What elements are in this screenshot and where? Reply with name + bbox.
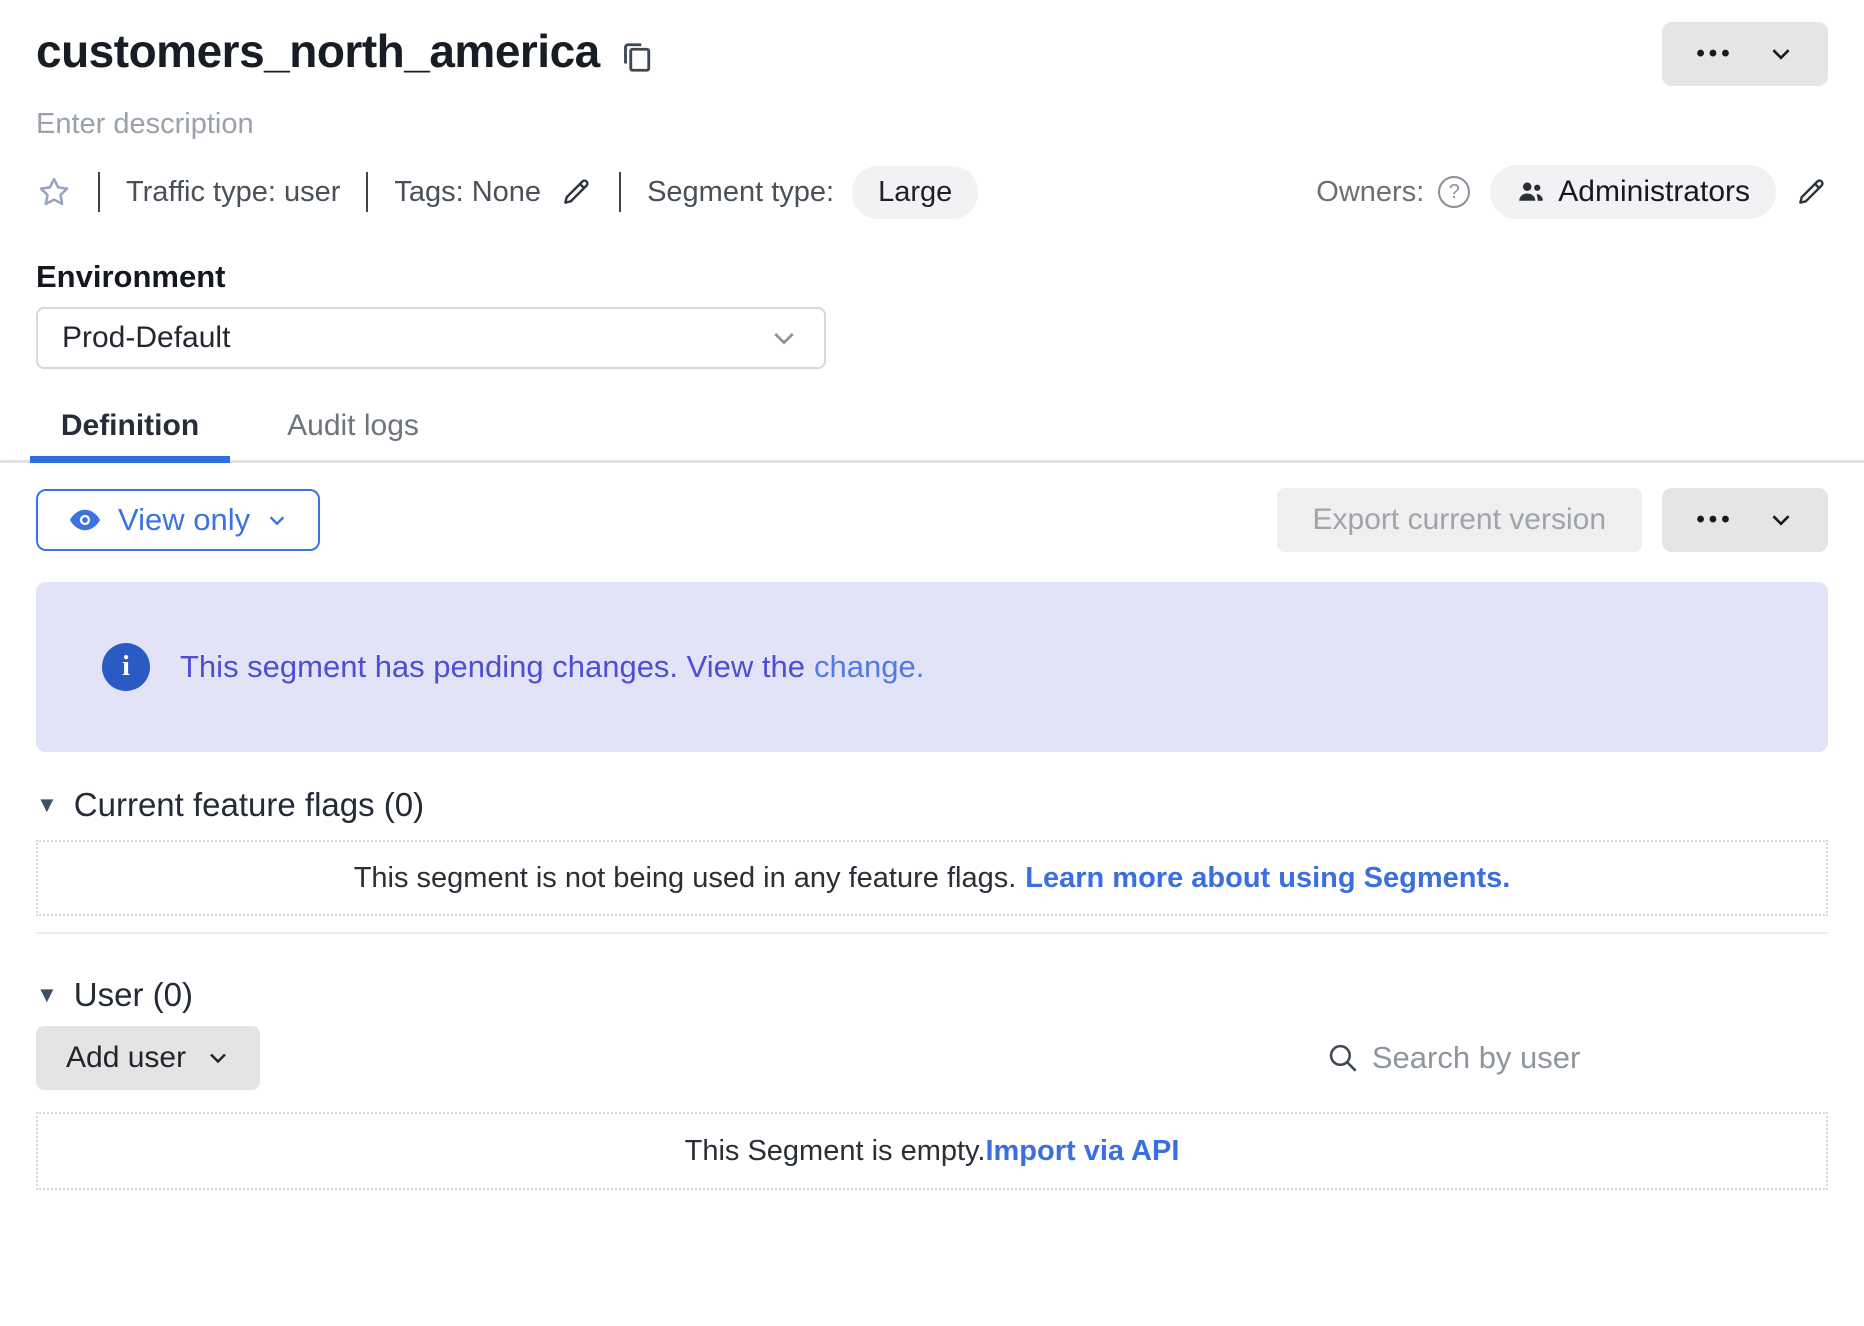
chevron-down-icon [1768, 507, 1794, 533]
collapse-caret-icon: ▼ [36, 984, 58, 1006]
meta-row: Traffic type: user Tags: None Segment ty… [36, 171, 1828, 213]
divider [98, 172, 100, 212]
tab-bar: Definition Audit logs [0, 409, 1864, 463]
copy-icon[interactable] [618, 36, 654, 76]
people-icon [1516, 177, 1546, 207]
definition-toolbar: View only Export current version ••• [36, 488, 1828, 552]
info-icon: i [102, 643, 150, 691]
banner-message: This segment has pending changes. View t… [180, 649, 805, 684]
user-section-header[interactable]: ▼ User (0) [36, 976, 1828, 1014]
owners-value: Administrators [1558, 175, 1750, 209]
chevron-down-icon [768, 322, 800, 354]
divider [366, 172, 368, 212]
owners-group: Owners: ? Administrators [1316, 165, 1828, 219]
title-row: customers_north_america ••• [36, 22, 1828, 86]
import-via-api-link[interactable]: Import via API [985, 1135, 1179, 1168]
owners-label: Owners: [1316, 176, 1424, 209]
environment-select[interactable]: Prod-Default [36, 307, 826, 369]
feature-flags-empty-state: This segment is not being used in any fe… [36, 840, 1828, 916]
search-icon [1326, 1041, 1360, 1075]
users-empty-text: This Segment is empty. [685, 1135, 986, 1168]
edit-tags-icon[interactable] [559, 175, 593, 209]
environment-label: Environment [36, 259, 1828, 295]
user-search [1326, 1040, 1828, 1076]
toolbar-more-menu-button[interactable]: ••• [1662, 488, 1828, 552]
help-icon[interactable]: ? [1438, 176, 1470, 208]
ellipsis-icon: ••• [1696, 42, 1733, 66]
tags-label: Tags: None [394, 176, 541, 209]
traffic-type-label: Traffic type: user [126, 176, 340, 209]
favorite-star-icon[interactable] [36, 174, 72, 210]
search-input[interactable] [1372, 1040, 1828, 1076]
add-user-button[interactable]: Add user [36, 1026, 260, 1090]
pending-changes-banner: i This segment has pending changes. View… [36, 582, 1828, 752]
segment-type-label: Segment type: [647, 176, 834, 209]
divider [619, 172, 621, 212]
segment-type-badge: Large [852, 166, 978, 219]
feature-flags-section-header[interactable]: ▼ Current feature flags (0) [36, 786, 1828, 824]
export-current-version-button[interactable]: Export current version [1277, 488, 1642, 552]
learn-more-segments-link[interactable]: Learn more about using Segments. [1025, 862, 1510, 895]
description-placeholder[interactable]: Enter description [36, 108, 1828, 141]
chevron-down-icon [1768, 41, 1794, 67]
users-empty-state: This Segment is empty.Import via API [36, 1112, 1828, 1190]
section-divider [36, 932, 1828, 934]
feature-flags-empty-text: This segment is not being used in any fe… [354, 862, 1017, 895]
toolbar-right: Export current version ••• [1277, 488, 1828, 552]
tab-audit-logs[interactable]: Audit logs [258, 409, 448, 463]
view-only-button[interactable]: View only [36, 489, 320, 551]
feature-flags-section-title: Current feature flags (0) [74, 786, 424, 824]
edit-owners-icon[interactable] [1794, 175, 1828, 209]
user-section-title: User (0) [74, 976, 193, 1014]
owners-badge[interactable]: Administrators [1490, 165, 1776, 219]
tab-definition[interactable]: Definition [30, 409, 230, 463]
user-toolbar: Add user [36, 1026, 1828, 1090]
view-only-label: View only [118, 502, 250, 538]
view-change-link[interactable]: change. [814, 649, 924, 684]
eye-icon [68, 503, 102, 537]
add-user-label: Add user [66, 1041, 186, 1075]
page-title: customers_north_america [36, 22, 600, 80]
chevron-down-icon [266, 509, 288, 531]
ellipsis-icon: ••• [1696, 508, 1733, 532]
chevron-down-icon [206, 1046, 230, 1070]
collapse-caret-icon: ▼ [36, 794, 58, 816]
title-more-menu-button[interactable]: ••• [1662, 22, 1828, 86]
banner-text: This segment has pending changes. View t… [180, 649, 924, 685]
environment-selected-value: Prod-Default [62, 321, 230, 355]
segment-detail-page: customers_north_america ••• Enter descri… [0, 22, 1864, 1190]
